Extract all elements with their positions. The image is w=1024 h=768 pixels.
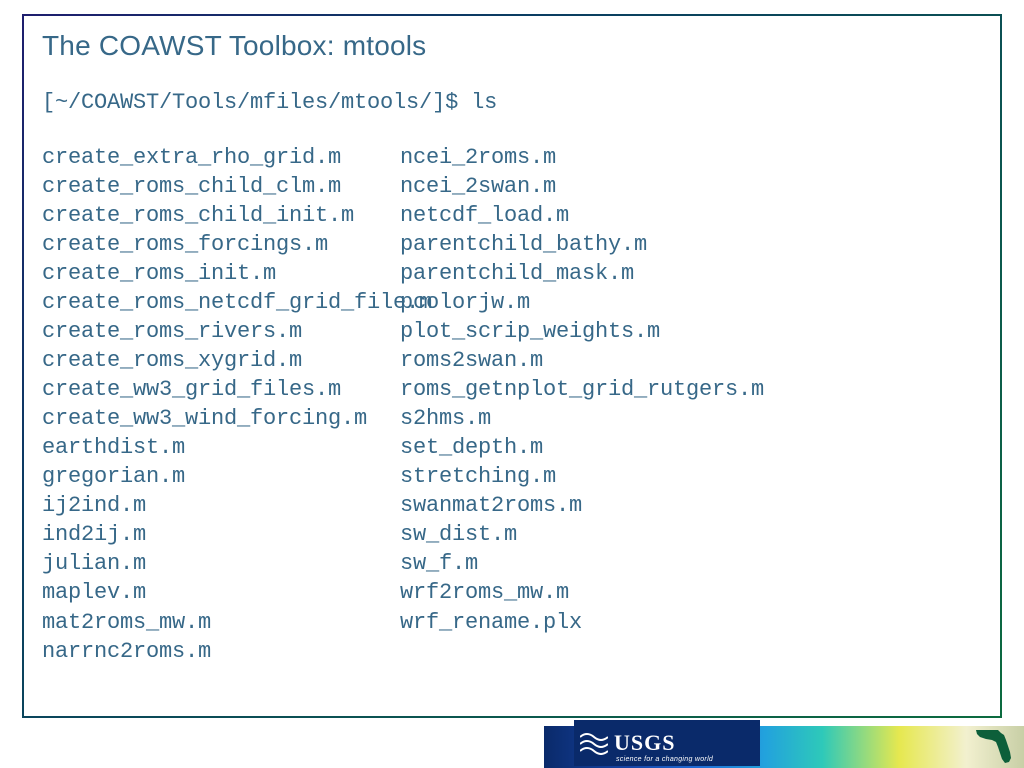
footer-banner: USGS science for a changing world — [544, 718, 1024, 768]
content-frame: The COAWST Toolbox: mtools [~/COAWST/Too… — [22, 14, 1002, 718]
usgs-waves-icon — [580, 731, 608, 755]
slide-title: The COAWST Toolbox: mtools — [42, 30, 982, 62]
florida-icon — [974, 726, 1018, 766]
file-listing: create_extra_rho_grid.m create_roms_chil… — [42, 143, 982, 666]
usgs-wordmark: USGS — [614, 732, 675, 754]
listing-col-right: ncei_2roms.m ncei_2swan.m netcdf_load.m … — [400, 143, 982, 666]
listing-col-left: create_extra_rho_grid.m create_roms_chil… — [42, 143, 400, 666]
slide: The COAWST Toolbox: mtools [~/COAWST/Too… — [0, 0, 1024, 768]
usgs-logo: USGS science for a changing world — [574, 720, 760, 766]
usgs-tagline: science for a changing world — [616, 756, 713, 763]
terminal-prompt: [~/COAWST/Tools/mfiles/mtools/]$ ls — [42, 90, 982, 115]
